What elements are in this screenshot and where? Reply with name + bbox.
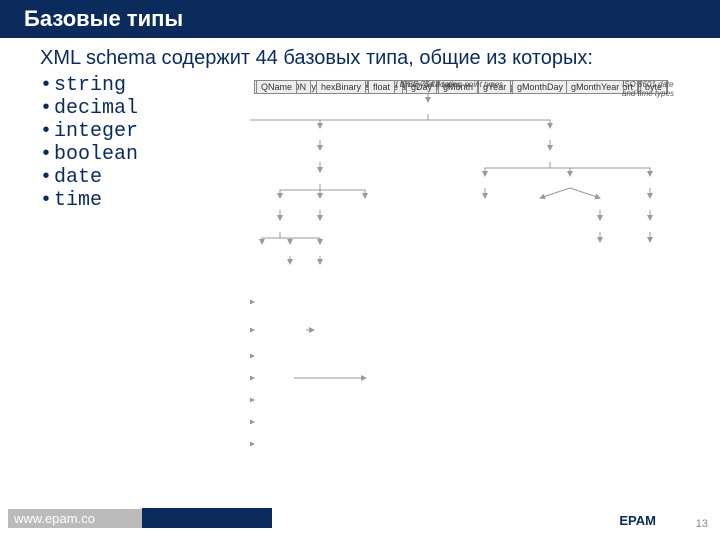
- node-qname: QName: [256, 80, 297, 94]
- dates-note: ISO 8601 date and time types: [622, 80, 682, 98]
- footer-url: www.epam.co: [8, 509, 142, 528]
- slide-header: Базовые типы: [0, 0, 720, 38]
- footer-brand: EPAM: [619, 513, 656, 528]
- footer-accent: [142, 508, 272, 528]
- type-hierarchy-diagram: anyType anySimpleType string normalizedS…: [250, 80, 690, 480]
- footer: www.epam.co EPAM 13: [0, 508, 720, 528]
- node-float: float: [368, 80, 395, 94]
- float-note: IEEE 754 floating-point types: [400, 80, 503, 89]
- node-gmonthyear: gMonthYear: [566, 80, 624, 94]
- node-hexbinary: hexBinary: [316, 80, 366, 94]
- node-gmonthday: gMonthDay: [512, 80, 568, 94]
- slide-title: Базовые типы: [24, 6, 183, 31]
- page-number: 13: [696, 518, 708, 530]
- intro-text: XML schema содержит 44 базовых типа, общ…: [40, 46, 680, 70]
